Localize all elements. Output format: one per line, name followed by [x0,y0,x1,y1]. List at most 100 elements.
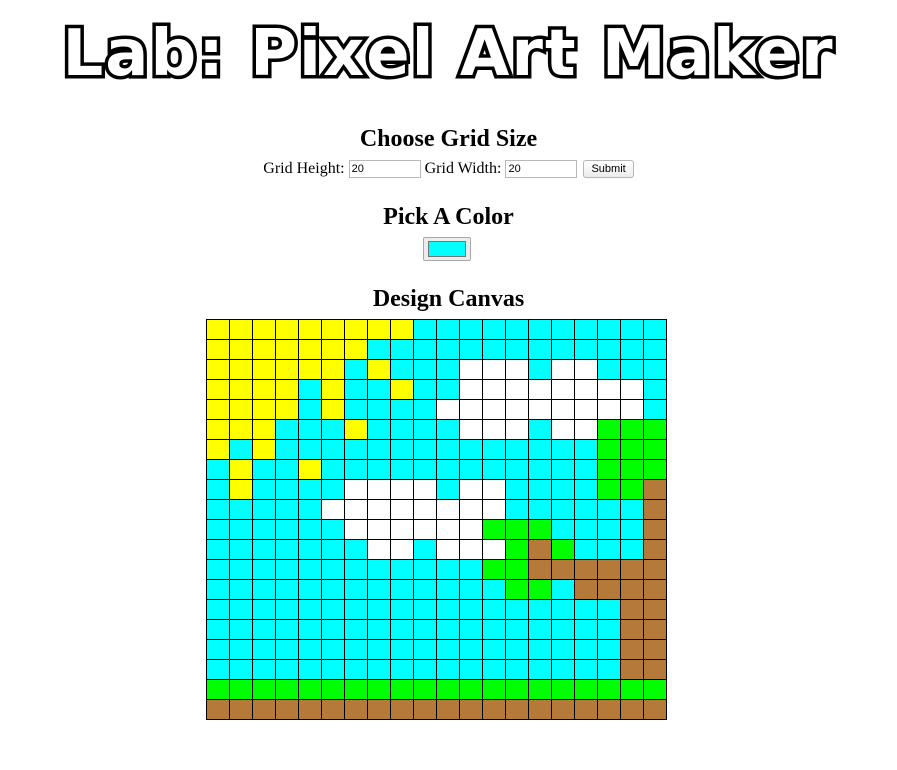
canvas-cell[interactable] [413,619,437,640]
canvas-cell[interactable] [459,599,483,620]
canvas-cell[interactable] [298,579,322,600]
canvas-cell[interactable] [206,679,230,700]
canvas-cell[interactable] [505,379,529,400]
canvas-cell[interactable] [551,579,575,600]
canvas-cell[interactable] [459,319,483,340]
canvas-cell[interactable] [413,319,437,340]
canvas-cell[interactable] [252,679,276,700]
canvas-cell[interactable] [620,459,644,480]
canvas-cell[interactable] [505,399,529,420]
canvas-cell[interactable] [229,419,253,440]
canvas-cell[interactable] [643,599,667,620]
canvas-cell[interactable] [551,319,575,340]
canvas-cell[interactable] [206,619,230,640]
canvas-cell[interactable] [252,359,276,380]
canvas-cell[interactable] [367,679,391,700]
canvas-cell[interactable] [390,419,414,440]
canvas-cell[interactable] [413,679,437,700]
canvas-cell[interactable] [275,399,299,420]
canvas-cell[interactable] [390,559,414,580]
canvas-cell[interactable] [436,499,460,520]
canvas-cell[interactable] [298,659,322,680]
canvas-cell[interactable] [528,639,552,660]
canvas-cell[interactable] [459,659,483,680]
canvas-cell[interactable] [275,319,299,340]
canvas-cell[interactable] [298,479,322,500]
canvas-cell[interactable] [344,519,368,540]
canvas-cell[interactable] [367,339,391,360]
canvas-cell[interactable] [275,359,299,380]
canvas-cell[interactable] [206,479,230,500]
canvas-cell[interactable] [528,599,552,620]
canvas-cell[interactable] [436,619,460,640]
canvas-cell[interactable] [620,519,644,540]
canvas-cell[interactable] [390,639,414,660]
canvas-cell[interactable] [298,439,322,460]
canvas-cell[interactable] [252,579,276,600]
canvas-cell[interactable] [206,359,230,380]
canvas-cell[interactable] [597,499,621,520]
canvas-cell[interactable] [574,339,598,360]
canvas-cell[interactable] [390,339,414,360]
canvas-cell[interactable] [551,379,575,400]
canvas-cell[interactable] [528,579,552,600]
canvas-cell[interactable] [298,619,322,640]
canvas-cell[interactable] [505,639,529,660]
canvas-cell[interactable] [620,499,644,520]
canvas-cell[interactable] [298,339,322,360]
canvas-cell[interactable] [551,559,575,580]
canvas-cell[interactable] [528,659,552,680]
canvas-cell[interactable] [482,559,506,580]
canvas-cell[interactable] [574,639,598,660]
canvas-cell[interactable] [620,679,644,700]
canvas-cell[interactable] [206,399,230,420]
canvas-cell[interactable] [275,379,299,400]
canvas-cell[interactable] [436,579,460,600]
canvas-cell[interactable] [390,699,414,720]
canvas-cell[interactable] [574,699,598,720]
canvas-cell[interactable] [436,319,460,340]
canvas-cell[interactable] [229,399,253,420]
canvas-cell[interactable] [275,339,299,360]
canvas-cell[interactable] [528,379,552,400]
canvas-cell[interactable] [229,679,253,700]
canvas-cell[interactable] [275,519,299,540]
canvas-cell[interactable] [298,699,322,720]
canvas-cell[interactable] [482,419,506,440]
canvas-cell[interactable] [482,479,506,500]
canvas-cell[interactable] [321,339,345,360]
canvas-cell[interactable] [597,439,621,460]
canvas-cell[interactable] [436,379,460,400]
canvas-cell[interactable] [459,479,483,500]
canvas-cell[interactable] [551,359,575,380]
canvas-cell[interactable] [643,699,667,720]
canvas-cell[interactable] [459,619,483,640]
canvas-cell[interactable] [229,659,253,680]
canvas-cell[interactable] [482,539,506,560]
canvas-cell[interactable] [344,379,368,400]
canvas-cell[interactable] [321,539,345,560]
canvas-cell[interactable] [643,499,667,520]
canvas-cell[interactable] [597,579,621,600]
canvas-cell[interactable] [551,459,575,480]
canvas-cell[interactable] [206,459,230,480]
canvas-cell[interactable] [390,679,414,700]
canvas-cell[interactable] [367,439,391,460]
canvas-cell[interactable] [482,699,506,720]
canvas-cell[interactable] [436,679,460,700]
canvas-cell[interactable] [390,659,414,680]
canvas-cell[interactable] [597,639,621,660]
canvas-cell[interactable] [505,359,529,380]
canvas-cell[interactable] [620,419,644,440]
canvas-cell[interactable] [574,679,598,700]
canvas-cell[interactable] [275,479,299,500]
canvas-cell[interactable] [551,599,575,620]
canvas-cell[interactable] [413,379,437,400]
canvas-cell[interactable] [275,539,299,560]
canvas-cell[interactable] [413,459,437,480]
canvas-cell[interactable] [413,699,437,720]
canvas-cell[interactable] [390,599,414,620]
canvas-cell[interactable] [436,559,460,580]
canvas-cell[interactable] [436,419,460,440]
canvas-cell[interactable] [505,319,529,340]
